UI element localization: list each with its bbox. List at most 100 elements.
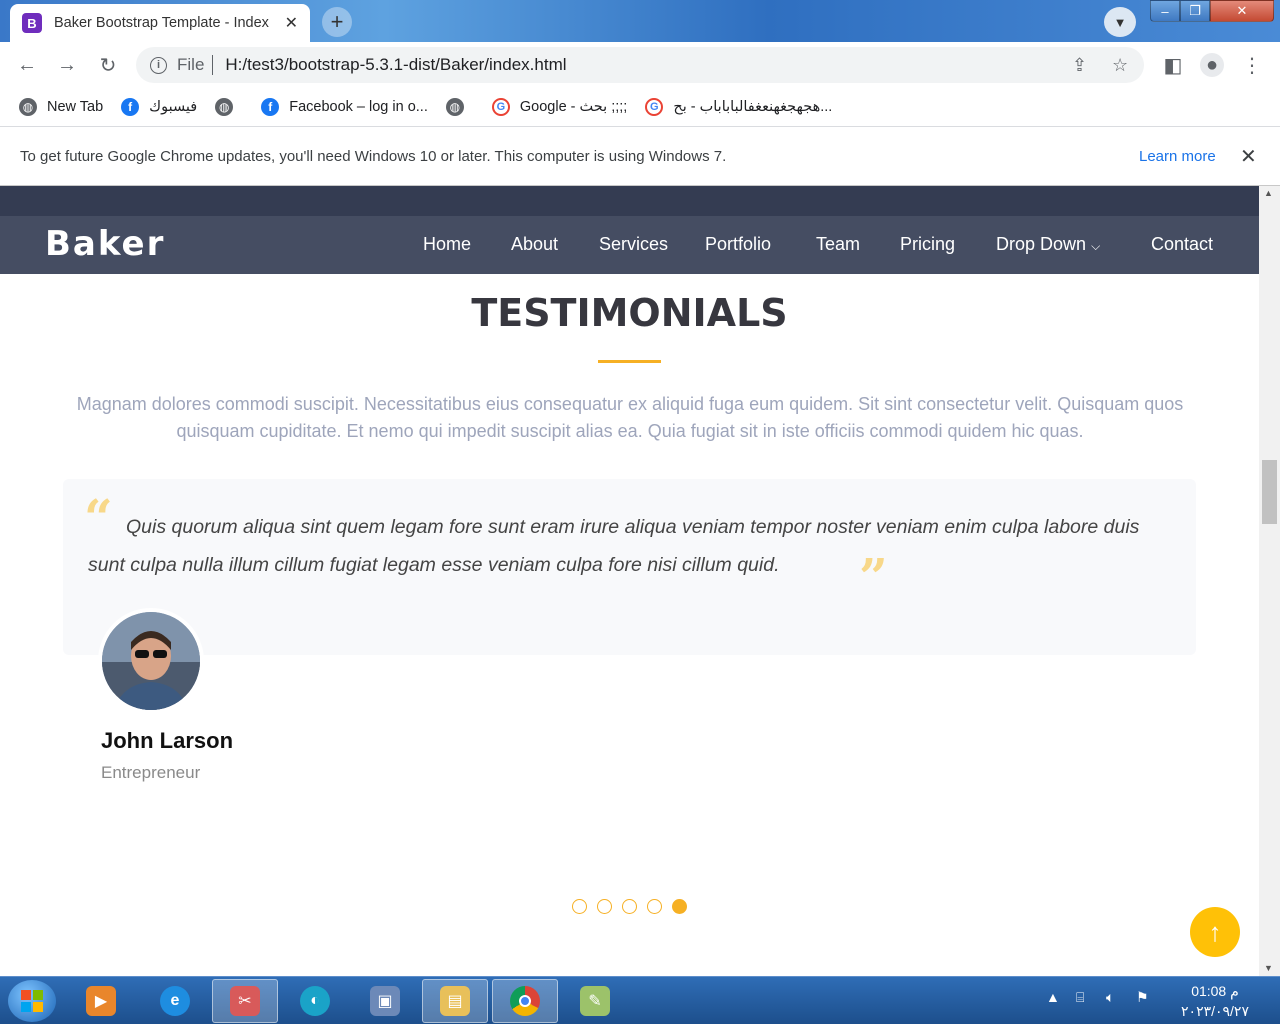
bookmark-item[interactable]: ◍ New Tab bbox=[19, 98, 103, 116]
nav-portfolio[interactable]: Portfolio bbox=[705, 234, 771, 255]
window-maximize-button[interactable]: ❐ bbox=[1180, 0, 1210, 22]
network-icon[interactable]: ⌸ bbox=[1076, 989, 1084, 1006]
taskbar-chrome[interactable] bbox=[492, 979, 558, 1023]
section-title: TESTIMONIALS bbox=[471, 291, 788, 335]
address-separator bbox=[212, 55, 214, 75]
back-to-top-button[interactable]: ↑ bbox=[1190, 907, 1240, 957]
nav-home[interactable]: Home bbox=[423, 234, 471, 255]
taskbar-media-player[interactable]: ▶ bbox=[68, 979, 134, 1023]
slider-pagination bbox=[572, 899, 697, 914]
chevron-down-icon: ⌵ bbox=[1091, 239, 1101, 253]
taskbar-internet-explorer[interactable]: e bbox=[142, 979, 208, 1023]
browser-tab[interactable]: B Baker Bootstrap Template - Index ✕ bbox=[10, 4, 310, 42]
slider-dot-1[interactable] bbox=[572, 899, 587, 914]
bookmark-item[interactable]: G Google - بحث ;;;; bbox=[491, 98, 628, 116]
globe-icon: ◍ bbox=[445, 98, 464, 116]
side-panel-icon[interactable]: ◧ bbox=[1161, 53, 1185, 77]
url-scheme-label: File bbox=[177, 55, 205, 74]
volume-icon[interactable]: 🔈︎ bbox=[1106, 989, 1114, 1006]
slider-dot-5[interactable] bbox=[672, 899, 687, 914]
edge-icon: ◐ bbox=[300, 986, 330, 1016]
action-center-flag-icon[interactable]: ⚑ bbox=[1136, 989, 1149, 1006]
page-scrollbar[interactable]: ▲ ▼ bbox=[1259, 186, 1280, 976]
bootstrap-favicon-icon: B bbox=[22, 13, 42, 33]
nav-services[interactable]: Services bbox=[599, 234, 668, 255]
facebook-icon: f bbox=[121, 98, 140, 116]
title-underline bbox=[598, 360, 661, 363]
facebook-icon: f bbox=[261, 98, 280, 116]
internet-explorer-icon: e bbox=[160, 986, 190, 1016]
google-icon: G bbox=[491, 98, 510, 116]
window-minimize-button[interactable]: – bbox=[1150, 0, 1180, 22]
folder-icon: ▤ bbox=[440, 986, 470, 1016]
system-clock[interactable]: 01:08 م ٢٠٢٣/٠٩/٢٧ bbox=[1170, 981, 1260, 1021]
globe-icon: ◍ bbox=[19, 98, 37, 116]
bookmark-item[interactable]: ◍ bbox=[215, 98, 243, 116]
tab-search-chevron-icon[interactable]: ▼ bbox=[1104, 7, 1136, 37]
testimonial-card: “ Quis quorum aliqua sint quem legam for… bbox=[63, 479, 1196, 655]
taskbar-file-explorer[interactable]: ▤ bbox=[422, 979, 488, 1023]
address-bar[interactable]: i File H:/test3/bootstrap-5.3.1-dist/Bak… bbox=[136, 47, 1144, 83]
avatar bbox=[98, 608, 204, 714]
taskbar-edge[interactable]: ◐ bbox=[282, 979, 348, 1023]
bookmark-label: Google - بحث ;;;; bbox=[519, 99, 628, 115]
slider-dot-2[interactable] bbox=[597, 899, 612, 914]
menu-kebab-icon[interactable]: ⋮ bbox=[1240, 53, 1264, 77]
slider-dot-3[interactable] bbox=[622, 899, 637, 914]
nav-dropdown-label: Drop Down bbox=[996, 234, 1087, 254]
url-text[interactable]: H:/test3/bootstrap-5.3.1-dist/Baker/inde… bbox=[225, 55, 566, 75]
notepad-icon: ✎ bbox=[580, 986, 610, 1016]
bookmark-item[interactable]: f Facebook – log in o... bbox=[261, 98, 428, 116]
header-topbar bbox=[0, 186, 1259, 216]
browser-toolbar: ← → ↻ i File H:/test3/bootstrap-5.3.1-di… bbox=[0, 42, 1280, 88]
taskbar-notepad[interactable]: ✎ bbox=[562, 979, 628, 1023]
nav-contact[interactable]: Contact bbox=[1151, 234, 1213, 255]
new-tab-button[interactable]: + bbox=[322, 7, 352, 37]
taskbar-snipping-tool[interactable]: ✂ bbox=[212, 979, 278, 1023]
clock-date: ٢٠٢٣/٠٩/٢٧ bbox=[1181, 1003, 1249, 1019]
infobar-close-icon[interactable]: ✕ bbox=[1240, 144, 1257, 169]
bookmark-item[interactable]: G هجهجغهنعغفالباباباب - بح... bbox=[645, 98, 832, 116]
bookmark-item[interactable]: f فيسبوك bbox=[121, 98, 197, 116]
update-infobar: To get future Google Chrome updates, you… bbox=[0, 126, 1280, 186]
windows-taskbar: ▶ e ✂ ◐ ▣ ▤ ✎ ▲ ⌸ 🔈︎ ⚑ 01:08 م ٢٠٢٣/٠٩/٢… bbox=[0, 976, 1280, 1024]
chrome-icon bbox=[510, 986, 540, 1016]
testimonial-quote: Quis quorum aliqua sint quem legam fore … bbox=[88, 516, 1140, 576]
person-photo bbox=[102, 612, 200, 710]
bookmarks-bar: ◍ New Tab f فيسبوك ◍ f Facebook – log in o.… bbox=[0, 88, 1280, 126]
profile-avatar-icon[interactable]: ● bbox=[1200, 53, 1224, 77]
windows-logo-icon bbox=[21, 990, 43, 1012]
bookmark-item[interactable]: ◍ bbox=[445, 98, 474, 116]
learn-more-link[interactable]: Learn more bbox=[1139, 148, 1216, 165]
testimonial-name: John Larson bbox=[101, 728, 234, 753]
tab-close-icon[interactable]: ✕ bbox=[285, 13, 298, 33]
share-icon[interactable]: ⇪ bbox=[1072, 55, 1087, 76]
site-logo[interactable]: Baker bbox=[45, 224, 165, 264]
forward-arrow-icon[interactable]: → bbox=[55, 53, 79, 77]
back-arrow-icon[interactable]: ← bbox=[15, 53, 39, 77]
nav-team[interactable]: Team bbox=[816, 234, 860, 255]
bookmark-label: New Tab bbox=[47, 99, 104, 115]
start-button[interactable] bbox=[8, 980, 56, 1022]
nav-dropdown[interactable]: Drop Down ⌵ bbox=[996, 234, 1100, 255]
site-info-icon[interactable]: i bbox=[150, 56, 167, 74]
bookmark-star-icon[interactable]: ☆ bbox=[1112, 55, 1128, 76]
remote-desktop-icon: ▣ bbox=[370, 986, 400, 1016]
scrollbar-thumb[interactable] bbox=[1262, 460, 1277, 524]
nav-pricing[interactable]: Pricing bbox=[900, 234, 955, 255]
browser-titlebar: B Baker Bootstrap Template - Index ✕ + ▼… bbox=[0, 0, 1280, 42]
quote-close-icon: ” bbox=[859, 547, 888, 606]
scroll-down-arrow-icon[interactable]: ▼ bbox=[1264, 963, 1273, 973]
slider-dot-4[interactable] bbox=[647, 899, 662, 914]
globe-icon: ◍ bbox=[215, 98, 234, 116]
bookmark-label: Facebook – log in o... bbox=[289, 99, 428, 115]
scroll-up-arrow-icon[interactable]: ▲ bbox=[1264, 188, 1273, 198]
window-close-button[interactable]: ✕ bbox=[1210, 0, 1274, 22]
reload-icon[interactable]: ↻ bbox=[96, 53, 120, 77]
testimonial-role: Entrepreneur bbox=[101, 763, 201, 782]
taskbar-remote-desktop[interactable]: ▣ bbox=[352, 979, 418, 1023]
nav-about[interactable]: About bbox=[511, 234, 558, 255]
media-player-icon: ▶ bbox=[86, 986, 116, 1016]
infobar-message: To get future Google Chrome updates, you… bbox=[20, 147, 727, 165]
tray-expand-icon[interactable]: ▲ bbox=[1046, 989, 1060, 1005]
